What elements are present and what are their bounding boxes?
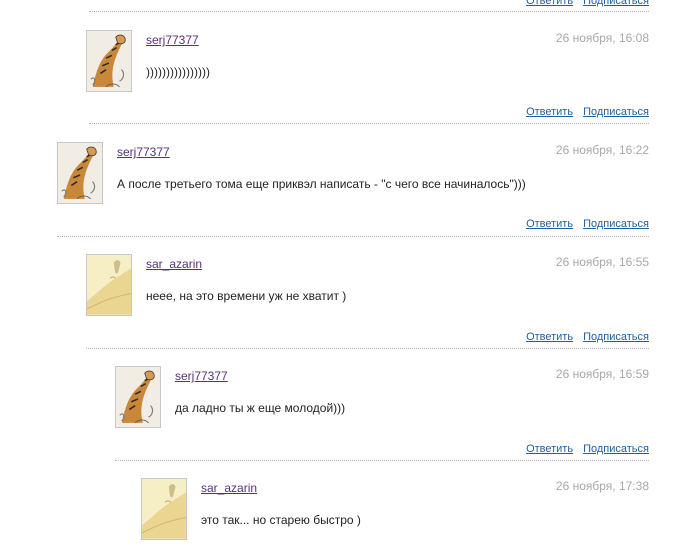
comment: serj77377 26 ноября, 16:59 да ладно ты ж… bbox=[115, 366, 649, 458]
comment-thread: Ответить Подписаться serj77377 26 ноября,… bbox=[0, 0, 675, 555]
comment-divider bbox=[89, 123, 649, 124]
comment-divider bbox=[86, 348, 649, 349]
comment: sar_azarin 26 ноября, 16:55 неее, на это… bbox=[86, 254, 649, 346]
reply-link[interactable]: Ответить bbox=[526, 106, 573, 118]
user-avatar[interactable] bbox=[141, 478, 187, 540]
comment-author-link[interactable]: sar_azarin bbox=[201, 481, 257, 495]
comment: serj77377 26 ноября, 16:08 )))))))))))))… bbox=[86, 30, 649, 122]
sand-avatar bbox=[142, 479, 186, 539]
user-avatar[interactable] bbox=[115, 366, 161, 428]
comment-text: это так... но старею быстро ) bbox=[201, 513, 361, 527]
tiger-avatar bbox=[87, 31, 131, 91]
subscribe-link[interactable]: Подписаться bbox=[583, 218, 649, 230]
reply-link[interactable]: Ответить bbox=[526, 443, 573, 455]
reply-link[interactable]: Ответить bbox=[526, 331, 573, 343]
comment-author-link[interactable]: serj77377 bbox=[146, 33, 199, 47]
comment-date: 26 ноября, 16:08 bbox=[555, 31, 649, 45]
user-avatar[interactable] bbox=[86, 30, 132, 92]
subscribe-link[interactable]: Подписаться bbox=[583, 331, 649, 343]
comment-author-link[interactable]: serj77377 bbox=[175, 369, 228, 383]
comment-text: да ладно ты ж еще молодой))) bbox=[175, 401, 346, 415]
comment-actions: Ответить Подписаться bbox=[526, 218, 649, 230]
comment-date: 26 ноября, 16:55 bbox=[555, 255, 649, 269]
reply-link[interactable]: Ответить bbox=[526, 0, 573, 7]
comment-actions: Ответить Подписаться bbox=[526, 331, 649, 343]
comment: serj77377 26 ноября, 16:22 А после треть… bbox=[57, 142, 649, 234]
subscribe-link[interactable]: Подписаться bbox=[583, 0, 649, 7]
sand-avatar bbox=[87, 255, 131, 315]
comment-author-link[interactable]: sar_azarin bbox=[146, 257, 202, 271]
comment-divider bbox=[57, 236, 649, 237]
comment-date: 26 ноября, 16:22 bbox=[555, 143, 649, 157]
tiger-avatar bbox=[116, 367, 160, 427]
user-avatar[interactable] bbox=[86, 254, 132, 316]
comment-actions: Ответить Подписаться bbox=[526, 0, 649, 7]
tiger-avatar bbox=[58, 143, 102, 203]
comment-text: )))))))))))))))) bbox=[146, 65, 210, 79]
subscribe-link[interactable]: Подписаться bbox=[583, 443, 649, 455]
comment-divider bbox=[89, 11, 649, 12]
comment-divider bbox=[115, 460, 649, 461]
comment-actions: Ответить Подписаться bbox=[526, 106, 649, 118]
comment-text: А после третьего тома еще приквэл написа… bbox=[117, 177, 526, 191]
comment: sar_azarin 26 ноября, 17:38 это так... н… bbox=[141, 478, 649, 555]
comment-date: 26 ноября, 16:59 bbox=[555, 367, 649, 381]
comment-actions: Ответить Подписаться bbox=[526, 443, 649, 455]
comment-author-link[interactable]: serj77377 bbox=[117, 145, 170, 159]
subscribe-link[interactable]: Подписаться bbox=[583, 106, 649, 118]
user-avatar[interactable] bbox=[57, 142, 103, 204]
comment-date: 26 ноября, 17:38 bbox=[555, 479, 649, 493]
comment-text: неее, на это времени уж не хватит ) bbox=[146, 289, 347, 303]
reply-link[interactable]: Ответить bbox=[526, 218, 573, 230]
